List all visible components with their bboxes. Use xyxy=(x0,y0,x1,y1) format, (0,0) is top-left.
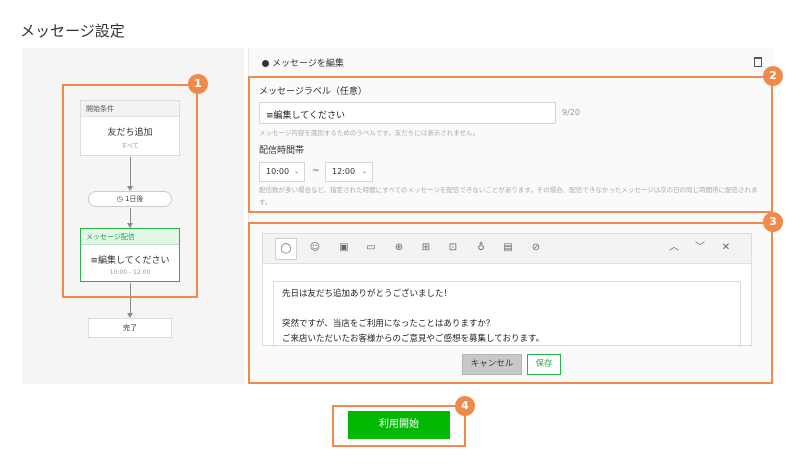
callout-box-2 xyxy=(248,76,773,213)
end-box: 完了 xyxy=(88,318,172,338)
callout-badge-3: 3 xyxy=(763,212,783,232)
trash-icon[interactable] xyxy=(754,57,762,67)
callout-badge-1: 1 xyxy=(188,74,208,94)
bullet-icon xyxy=(262,60,269,67)
callout-badge-2: 2 xyxy=(763,66,783,86)
edit-panel-header: メッセージを編集 xyxy=(248,50,774,74)
callout-box-3 xyxy=(248,222,773,384)
edit-panel-title: メッセージを編集 xyxy=(272,59,344,69)
callout-box-4 xyxy=(332,405,466,447)
page-title: メッセージ設定 xyxy=(20,22,125,40)
callout-box-1 xyxy=(62,84,198,298)
callout-badge-4: 4 xyxy=(455,396,475,416)
